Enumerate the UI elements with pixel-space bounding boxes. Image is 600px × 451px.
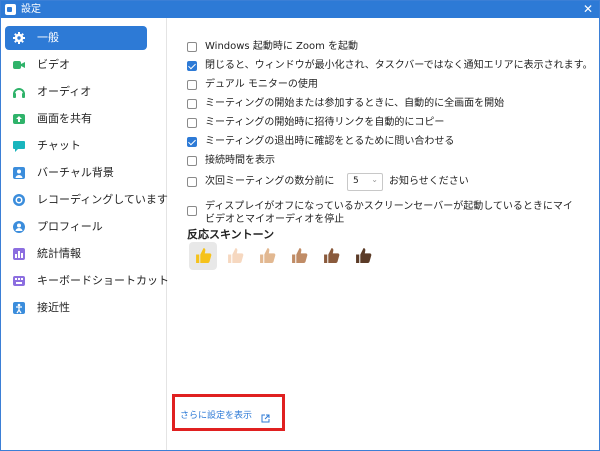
- thumbs-up-light-icon[interactable]: [221, 242, 249, 270]
- thumbs-up-default-icon[interactable]: [189, 242, 217, 270]
- sidebar-item-label: キーボードショートカット: [37, 274, 169, 287]
- chat-icon: [12, 139, 26, 153]
- video-icon: [12, 58, 26, 72]
- virtual-background-icon: [12, 166, 26, 180]
- option-label: デュアル モニターの使用: [205, 79, 318, 90]
- sidebar-item-label: オーディオ: [37, 85, 92, 98]
- reminder-minutes-select[interactable]: 5 ⌄: [347, 173, 383, 191]
- zoom-app-icon: [5, 4, 16, 15]
- highlight-box: さらに設定を表示: [172, 394, 285, 431]
- checkbox[interactable]: [187, 99, 197, 109]
- select-value: 5: [353, 176, 359, 186]
- checkbox[interactable]: [187, 156, 197, 166]
- recording-icon: [12, 193, 26, 207]
- settings-window: 設定 ✕ 一般 ビデオ オーディオ 画面を共有 チャット バーチャル背景 レコー…: [0, 0, 600, 451]
- sidebar-item-accessibility[interactable]: 接近性: [5, 296, 147, 320]
- accessibility-icon: [12, 301, 26, 315]
- checkbox[interactable]: [187, 42, 197, 52]
- sidebar-item-label: 一般: [37, 31, 59, 44]
- checkbox[interactable]: [187, 137, 197, 147]
- checkbox[interactable]: [187, 206, 197, 216]
- share-screen-icon: [12, 112, 26, 126]
- gear-icon: [12, 31, 26, 45]
- sidebar-item-profile[interactable]: プロフィール: [5, 215, 147, 239]
- sidebar-item-label: プロフィール: [37, 220, 103, 233]
- title-bar: 設定 ✕: [1, 1, 599, 18]
- option-label: 閉じると、ウィンドウが最小化され、タスクバーではなく通知エリアに表示されます。: [205, 60, 593, 71]
- chevron-down-icon: ⌄: [371, 175, 378, 184]
- sidebar-item-statistics[interactable]: 統計情報: [5, 242, 147, 266]
- sidebar-item-label: チャット: [37, 139, 81, 152]
- close-button[interactable]: ✕: [581, 2, 595, 16]
- option-suffix: お知らせください: [389, 176, 469, 187]
- sidebar-item-video[interactable]: ビデオ: [5, 53, 147, 77]
- statistics-icon: [12, 247, 26, 261]
- checkbox[interactable]: [187, 118, 197, 128]
- option-label: 接続時間を表示: [205, 155, 275, 166]
- checkbox[interactable]: [187, 80, 197, 90]
- sidebar-item-recording[interactable]: レコーディングしています: [5, 188, 168, 212]
- sidebar-item-label: ビデオ: [37, 58, 70, 71]
- sidebar-item-virtual-background[interactable]: バーチャル背景: [5, 161, 147, 185]
- checkbox[interactable]: [187, 61, 197, 71]
- thumbs-up-medium-dark-icon[interactable]: [317, 242, 345, 270]
- option-label: Windows 起動時に Zoom を起動: [205, 41, 359, 52]
- sidebar-item-audio[interactable]: オーディオ: [5, 80, 147, 104]
- keyboard-icon: [12, 274, 26, 288]
- option-label: ミーティングの開始または参加するときに、自動的に全画面を開始: [205, 98, 505, 109]
- skin-tone-title: 反応スキントーン: [187, 228, 275, 241]
- sidebar-item-label: 統計情報: [37, 247, 81, 260]
- thumbs-up-medium-icon[interactable]: [285, 242, 313, 270]
- option-label: ミーティングの退出時に確認をとるために問い合わせる: [205, 136, 455, 147]
- sidebar-item-label: 接近性: [37, 301, 70, 314]
- sidebar-item-chat[interactable]: チャット: [5, 134, 147, 158]
- headphones-icon: [12, 85, 26, 99]
- option-label: ディスプレイがオフになっているかスクリーンセーバーが起動しているときにマイビデオ…: [205, 201, 573, 225]
- external-link-icon[interactable]: [261, 408, 270, 423]
- sidebar-item-label: 画面を共有: [37, 112, 92, 125]
- checkbox[interactable]: [187, 177, 197, 187]
- thumbs-up-dark-icon[interactable]: [349, 242, 377, 270]
- settings-sidebar: 一般 ビデオ オーディオ 画面を共有 チャット バーチャル背景 レコーディングし…: [1, 18, 169, 450]
- option-label: 次回ミーティングの数分前に: [205, 176, 335, 187]
- thumbs-up-medium-light-icon[interactable]: [253, 242, 281, 270]
- sidebar-item-label: レコーディングしています: [37, 193, 168, 206]
- sidebar-item-general[interactable]: 一般: [5, 26, 147, 50]
- sidebar-item-keyboard-shortcuts[interactable]: キーボードショートカット: [5, 269, 169, 293]
- more-settings-link[interactable]: さらに設定を表示: [180, 408, 252, 421]
- window-title: 設定: [21, 4, 41, 15]
- general-settings-panel: Windows 起動時に Zoom を起動 閉じると、ウィンドウが最小化され、タ…: [167, 18, 599, 450]
- sidebar-item-share-screen[interactable]: 画面を共有: [5, 107, 147, 131]
- option-label: ミーティングの開始時に招待リンクを自動的にコピー: [205, 117, 445, 128]
- profile-icon: [12, 220, 26, 234]
- sidebar-item-label: バーチャル背景: [37, 166, 114, 179]
